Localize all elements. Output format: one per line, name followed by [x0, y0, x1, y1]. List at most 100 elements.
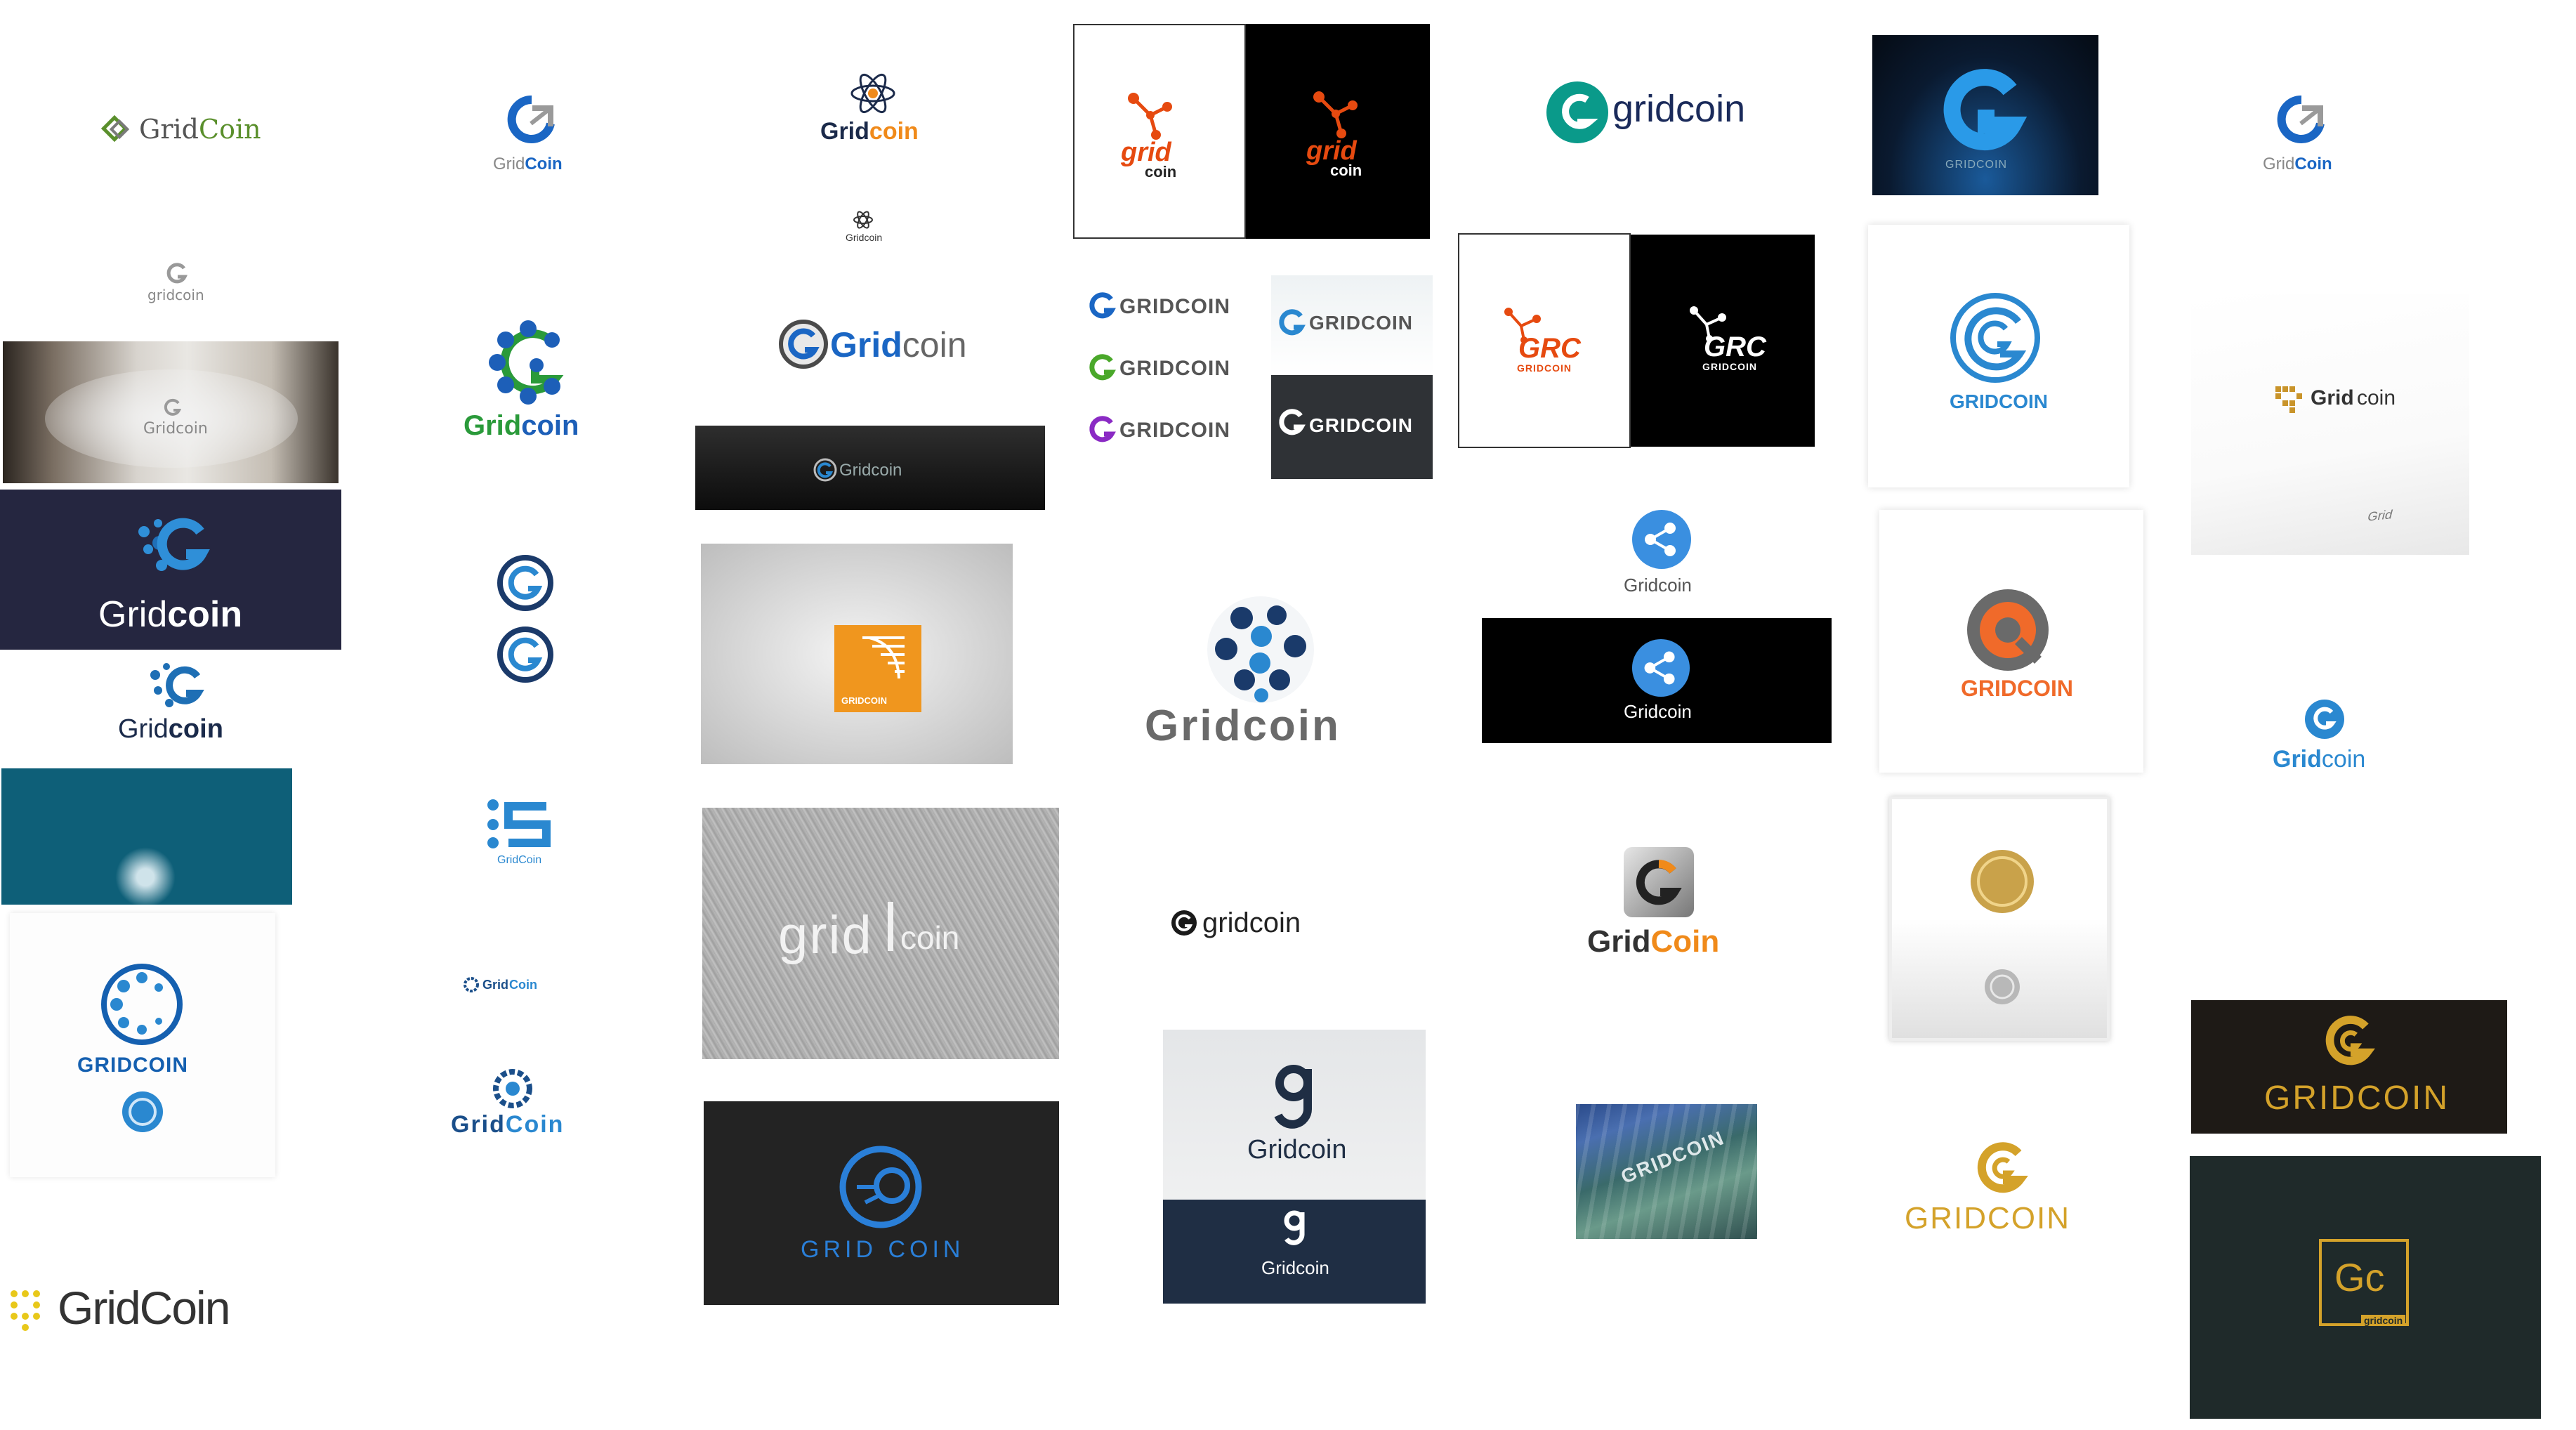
wordmark: Gridcoin: [839, 461, 902, 480]
logo-gridcoin-light-tile: GRIDCOIN: [1271, 275, 1433, 374]
dark-band: Gridcoin: [1163, 1200, 1426, 1304]
logo-circle-g-pair: [485, 548, 562, 688]
wordmark: GridCoin: [58, 1282, 230, 1334]
wordmark: gridcoin: [147, 287, 204, 303]
wordmark-coin: coin: [2321, 746, 2366, 773]
logo-gridcoin-arrow: GridCoin: [478, 91, 590, 183]
logo-gridcoin-atom-small: Gridcoin: [836, 208, 892, 247]
logo-gridcoin-blue-g-dark: GRIDCOIN: [1872, 35, 2098, 195]
logo-gridcoin-g-key: Gridcoin Gridcoin: [1163, 1030, 1426, 1304]
wordmark: GRC: [1518, 333, 1581, 364]
wordmark: GridCoin: [497, 854, 542, 866]
g-icon: [1089, 292, 1116, 319]
logo-gridcoin-yellow-dots: GridCoin: [10, 1277, 263, 1336]
logo-gridcoin-gold: GRIDCOIN: [1896, 1138, 2107, 1243]
wordmark: grid: [778, 905, 873, 966]
concentric-g-icon: [1950, 293, 2040, 383]
wordmark-grid: Grid: [2273, 746, 2322, 773]
logo-gridcoin-orange-circle: GRIDCOIN: [1879, 510, 2143, 773]
logo-gridcoin-building: GRIDCOIN: [1576, 1104, 1757, 1239]
wordmark: GridCoin: [1587, 924, 1719, 959]
wordmark: Gridcoin: [98, 593, 242, 636]
wordmark-sub: GRIDCOIN: [1517, 362, 1572, 374]
g-icon: [164, 398, 182, 416]
logo-gridcoin-share-dark: Gridcoin: [1482, 618, 1832, 743]
glass-blur: [45, 369, 298, 468]
g-icon: [1089, 416, 1116, 442]
logo-gridcoin-small-grey: gridcoin: [133, 260, 225, 309]
wordmark: GRIDCOIN: [1961, 676, 2073, 701]
atom-icon: [853, 211, 873, 229]
ring-icon: [839, 1146, 922, 1228]
wordmark: Gridcoin: [143, 420, 208, 438]
gold-coin-icon: [1971, 850, 2034, 913]
wordmark-coin: Coin: [199, 114, 261, 145]
row-label: GRIDCOIN: [1119, 419, 1230, 442]
wordmark: Gridcoin: [846, 232, 883, 243]
silver-coin-icon: [1985, 969, 2020, 1004]
wordmark-coin: Coin: [505, 1111, 565, 1138]
circle-g-icon: [497, 627, 553, 683]
logo-gridcoin-teal: gridcoin: [1545, 77, 1749, 143]
g-circle-icon: [1171, 910, 1197, 936]
wordmark-reflection: Grid: [2366, 507, 2395, 524]
g-icon: [1279, 309, 1306, 336]
row-label: GRIDCOIN: [1119, 295, 1230, 318]
wordmark: Gridcoin: [830, 324, 967, 365]
wordmark-dark: Gridcoin: [1261, 1257, 1329, 1278]
logo-grid-coin-orange-black: grid coin: [1246, 24, 1430, 239]
grid-lines-icon: [862, 636, 905, 679]
molecule-g-icon: [138, 518, 210, 571]
wordmark: GRIDCOIN: [1309, 312, 1413, 334]
logo-gridcoin-dark-banner: Gridcoin: [695, 426, 1045, 510]
wordmark-coin: coin: [1330, 162, 1362, 179]
wordmark: Gridcoin: [1247, 1135, 1347, 1165]
dotted-circle-icon: [101, 964, 183, 1045]
logo-gridcoin-gold-pixel: Grid coin Grid: [2191, 294, 2469, 555]
g-key-icon: [1284, 1210, 1305, 1245]
wordmark-grid: Grid: [820, 118, 869, 145]
g-icon: [1943, 69, 2028, 151]
gear-g-icon: [464, 977, 479, 992]
wordmark-grid: Grid: [451, 1111, 506, 1138]
logo-gridcoin-orange-square: GRIDCOIN: [701, 544, 1013, 764]
g-icon: [1279, 409, 1306, 435]
wordmark: GRIDCOIN: [1905, 1201, 2070, 1235]
wordmark: Grid: [482, 978, 509, 992]
wordmark-coin: coin: [869, 118, 919, 145]
logo-gold-coin-frame: [1889, 796, 2110, 1041]
diamond-icon: [100, 114, 130, 143]
wordmark-coin: coin: [902, 325, 967, 365]
logo-gridcoin-molecule-small: Gridcoin: [105, 657, 253, 748]
g-icon: [813, 458, 837, 482]
wordmark: Grid: [2311, 386, 2354, 409]
molecule-g-icon: [150, 663, 204, 707]
share-icon: [1632, 510, 1691, 569]
gc-icon: [1546, 81, 1608, 143]
wordmark-coin: Coin: [2294, 155, 2332, 173]
wordmark: Gridcoin: [820, 118, 919, 145]
logo-gridcoin-blue-g: Gridcoin: [2268, 695, 2381, 780]
wordmark: Gridcoin: [464, 410, 579, 442]
logo-gridcoin-blue-circle: GRIDCOIN: [10, 913, 275, 1177]
g-sphere-icon: [1207, 596, 1314, 703]
g-icon: [2305, 700, 2344, 739]
wordmark-coin: Coin: [1650, 924, 1720, 959]
logo-gridcoin-green-diamond: GridCoin: [91, 98, 274, 162]
circle-g-icon: [779, 320, 828, 369]
stacked-g-icon: [487, 799, 551, 848]
logo-teal-pixel-g: [1, 768, 292, 905]
logo-gridcoin-circle-g: Gridcoin: [773, 309, 997, 379]
logo-gridcoin-atom: Gridcoin: [801, 70, 941, 155]
molecule-icon: [1128, 93, 1172, 140]
logo-grc-black: GRC GRIDCOIN: [1631, 235, 1815, 447]
dot-grid-icon: [11, 1290, 40, 1331]
wordmark-grid: grid: [778, 905, 873, 965]
wordmark: Gridcoin: [1145, 702, 1341, 750]
logo-gridcoin-hex-g: Gridcoin: [464, 316, 590, 450]
wordmark: GridCoin: [451, 1111, 564, 1139]
wordmark: GRIDCOIN: [77, 1054, 188, 1077]
wordmark-coin: Coin: [509, 978, 537, 992]
g-icon: [1089, 354, 1116, 381]
pixel-icon: [2275, 386, 2302, 413]
